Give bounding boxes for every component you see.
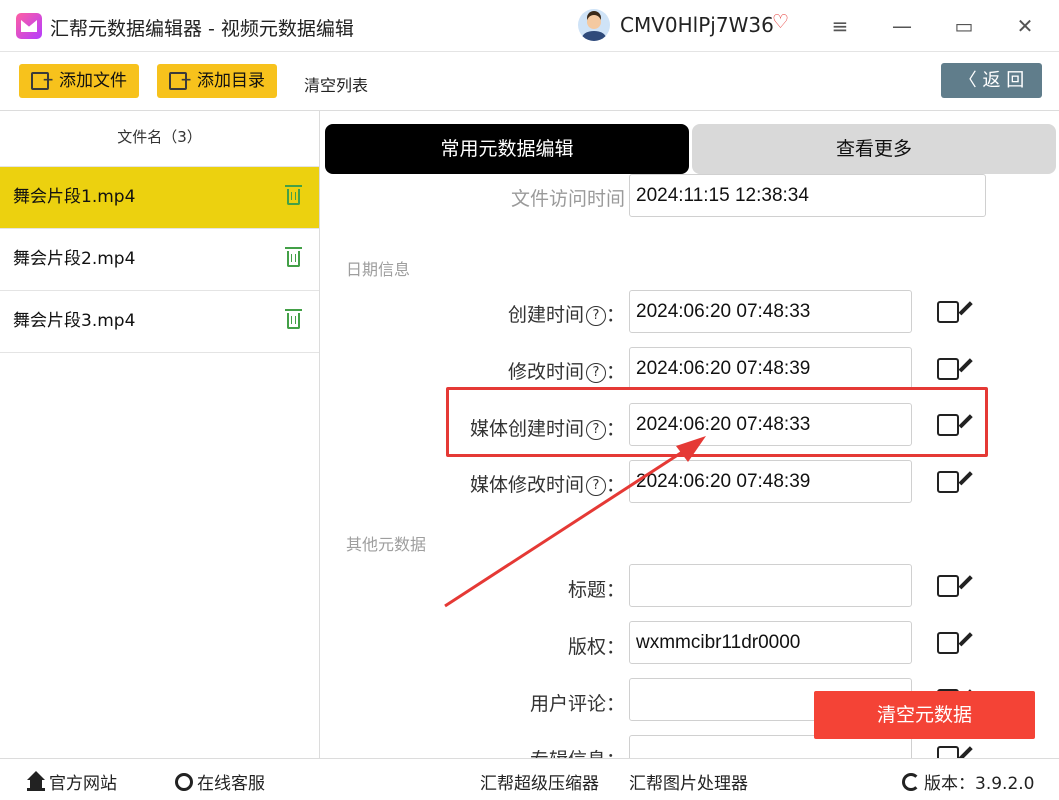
title-bar: 汇帮元数据编辑器 - 视频元数据编辑 CMV0HlPj7W36 ♡ ≡ — ▭ … xyxy=(0,0,1059,52)
menu-icon[interactable]: ≡ xyxy=(826,12,854,40)
avatar[interactable] xyxy=(578,9,610,41)
add-file-icon xyxy=(31,63,54,97)
file-list-item[interactable]: 舞会片段2.mp4 xyxy=(0,229,319,291)
add-directory-label: 添加目录 xyxy=(197,71,265,91)
media-modify-time-label-text: 媒体修改时间 xyxy=(469,474,584,496)
online-service-label: 在线客服 xyxy=(197,774,265,794)
copyright-field[interactable]: wxmmcibr11dr0000 xyxy=(629,621,912,664)
back-button[interactable]: 〈 返 回 xyxy=(941,63,1042,98)
file-list-item[interactable]: 舞会片段3.mp4 xyxy=(0,291,319,353)
clear-metadata-button[interactable]: 清空元数据 xyxy=(814,691,1035,739)
edit-icon[interactable] xyxy=(937,746,959,758)
edit-icon[interactable] xyxy=(937,632,959,654)
comment-label: 用户评论： xyxy=(529,693,625,715)
create-time-field[interactable]: 2024:06:20 07:48:33 xyxy=(629,290,912,333)
label-colon: ： xyxy=(605,361,625,383)
image-tool-link[interactable]: 汇帮图片处理器 xyxy=(629,769,748,794)
version-number: 3.9.2.0 xyxy=(975,774,1035,794)
file-name: 舞会片段2.mp4 xyxy=(13,249,136,269)
footer-bar: 官方网站 在线客服 汇帮超级压缩器 汇帮图片处理器 版本：3.9.2.0 xyxy=(0,758,1059,800)
trash-icon[interactable] xyxy=(285,247,302,267)
album-label: 专辑信息： xyxy=(530,745,625,758)
app-title: 汇帮元数据编辑器 - 视频元数据编辑 xyxy=(50,18,354,40)
file-list-item[interactable]: 舞会片段1.mp4 xyxy=(0,167,319,229)
tab-view-more[interactable]: 查看更多 xyxy=(692,124,1056,174)
toolbar: 添加文件 添加目录 清空列表 xyxy=(0,52,1059,111)
edit-icon[interactable] xyxy=(937,575,959,597)
add-folder-icon xyxy=(169,63,192,97)
label-colon: ： xyxy=(605,474,625,496)
highlight-box xyxy=(446,387,988,457)
version-label: 版本： xyxy=(924,774,975,794)
access-time-field[interactable]: 2024:11:15 12:38:34 xyxy=(629,174,986,217)
date-section-heading: 日期信息 xyxy=(346,260,411,279)
label-colon: ： xyxy=(605,304,625,326)
create-time-label: 创建时间?： xyxy=(508,300,625,327)
official-site-label: 官方网站 xyxy=(49,774,117,794)
vip-diamond-icon[interactable]: ♡ xyxy=(772,12,792,32)
home-icon xyxy=(27,771,45,791)
create-time-label-text: 创建时间 xyxy=(507,304,584,326)
trash-icon[interactable] xyxy=(285,309,302,329)
title-label: 标题： xyxy=(567,579,625,601)
maximize-button[interactable]: ▭ xyxy=(950,12,978,40)
add-directory-button[interactable]: 添加目录 xyxy=(157,63,277,98)
help-icon[interactable]: ? xyxy=(585,306,606,326)
copyright-label: 版权： xyxy=(567,636,625,658)
media-modify-time-label: 媒体修改时间?： xyxy=(470,470,625,497)
compressor-link[interactable]: 汇帮超级压缩器 xyxy=(480,769,599,794)
modify-time-label-text: 修改时间 xyxy=(507,361,584,383)
customer-service-icon xyxy=(175,773,193,791)
file-name: 舞会片段1.mp4 xyxy=(13,187,136,207)
official-site-link[interactable]: 官方网站 xyxy=(27,769,117,794)
title-field[interactable] xyxy=(629,564,912,607)
file-list-header: 文件名（3） xyxy=(0,111,319,167)
version-info: 版本：3.9.2.0 xyxy=(902,769,1034,794)
edit-icon[interactable] xyxy=(937,301,959,323)
other-section-heading: 其他元数据 xyxy=(346,535,427,554)
clear-list-button[interactable]: 清空列表 xyxy=(304,72,368,96)
add-file-label: 添加文件 xyxy=(59,71,127,91)
access-time-label: 文件访问时间 xyxy=(510,188,625,210)
edit-icon[interactable] xyxy=(937,358,959,380)
minimize-button[interactable]: — xyxy=(888,12,916,40)
trash-icon[interactable] xyxy=(285,185,302,205)
close-button[interactable]: ✕ xyxy=(1011,12,1039,40)
help-icon[interactable]: ? xyxy=(585,363,606,383)
app-logo-icon xyxy=(16,13,42,39)
tab-common-metadata[interactable]: 常用元数据编辑 xyxy=(325,124,689,174)
refresh-icon[interactable] xyxy=(902,773,920,791)
help-icon[interactable]: ? xyxy=(585,476,606,496)
metadata-panel: 常用元数据编辑 查看更多 文件访问时间 2024:11:15 12:38:34 … xyxy=(321,111,1059,758)
online-service-link[interactable]: 在线客服 xyxy=(175,769,265,794)
file-list-panel: 文件名（3） 舞会片段1.mp4 舞会片段2.mp4 舞会片段3.mp4 xyxy=(0,111,320,758)
edit-icon[interactable] xyxy=(937,471,959,493)
modify-time-label: 修改时间?： xyxy=(508,357,625,384)
username[interactable]: CMV0HlPj7W36 xyxy=(620,13,774,37)
app-window: 汇帮元数据编辑器 - 视频元数据编辑 CMV0HlPj7W36 ♡ ≡ — ▭ … xyxy=(0,0,1059,800)
media-modify-time-field[interactable]: 2024:06:20 07:48:39 xyxy=(629,460,912,503)
file-name: 舞会片段3.mp4 xyxy=(13,311,136,331)
modify-time-field[interactable]: 2024:06:20 07:48:39 xyxy=(629,347,912,390)
add-file-button[interactable]: 添加文件 xyxy=(19,63,139,98)
